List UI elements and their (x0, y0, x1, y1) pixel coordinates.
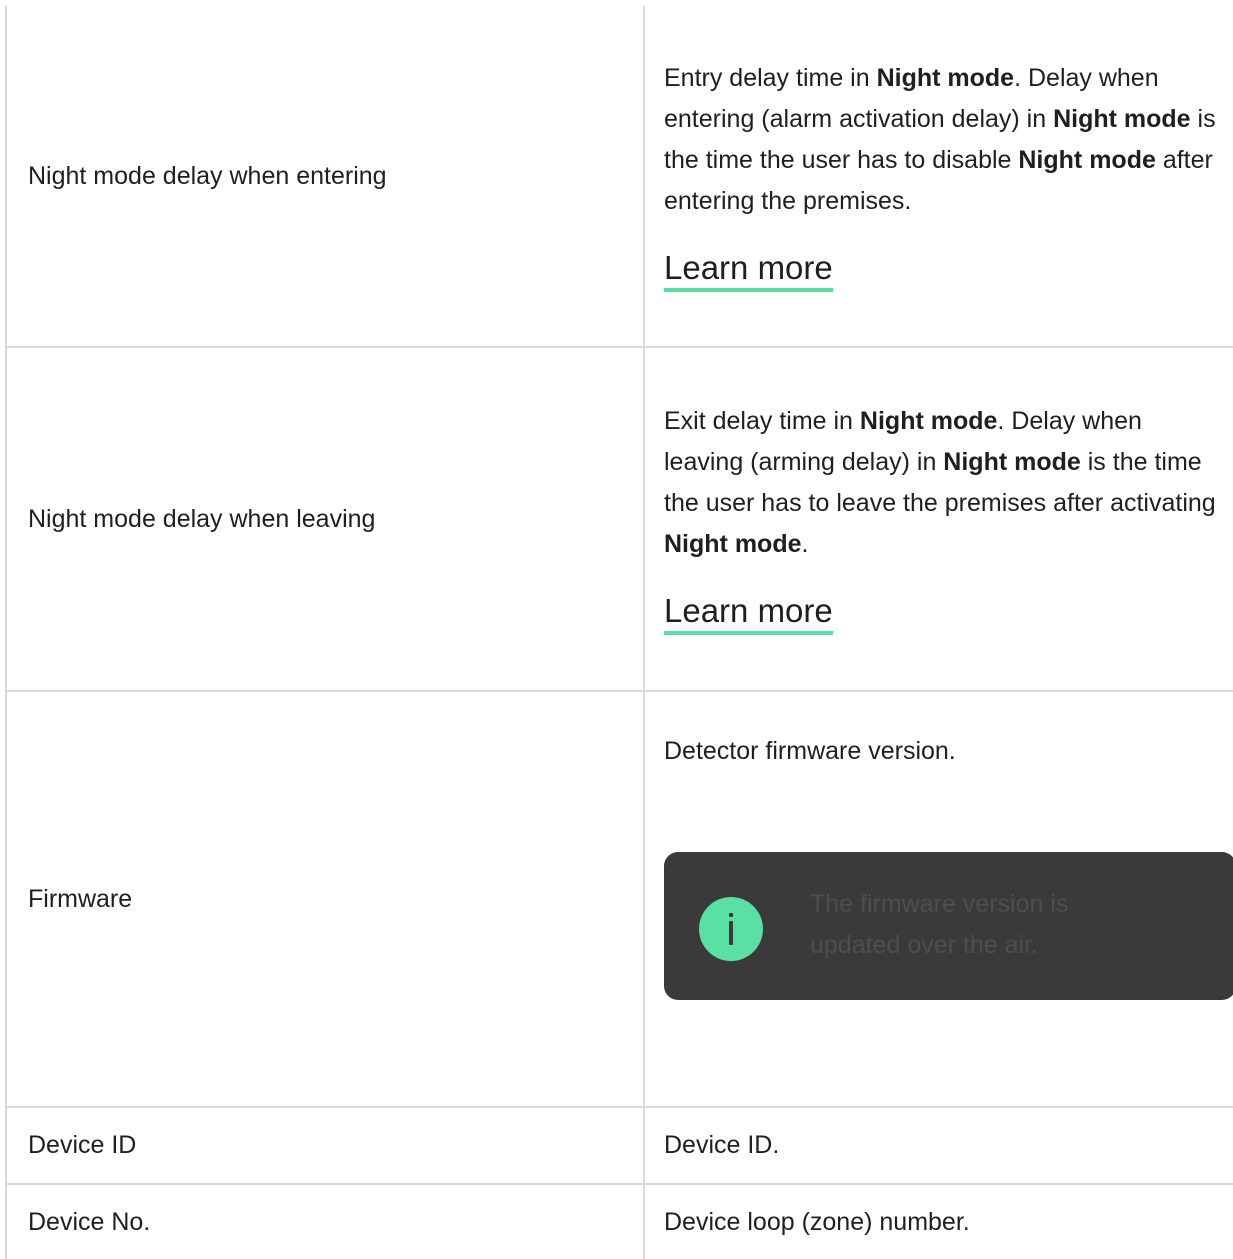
learn-more-link[interactable]: Learn more (664, 591, 833, 635)
description-text: Entry delay time in Night mode. Delay wh… (664, 64, 1216, 215)
table-row: Firmware Detector firmware version. The … (5, 690, 1233, 1108)
learn-more-link[interactable]: Learn more (664, 248, 833, 292)
table-row: Device No. Device loop (zone) number. (5, 1183, 1233, 1259)
description-text: Detector firmware version. (664, 736, 956, 765)
note-text: The firmware version is updated over the… (810, 889, 1069, 959)
table-row: Night mode delay when entering Entry del… (5, 6, 1233, 348)
setting-name: Night mode delay when leaving (5, 346, 645, 692)
table-row: Night mode delay when leaving Exit delay… (5, 346, 1233, 692)
setting-description: Exit delay time in Night mode. Delay whe… (643, 346, 1233, 692)
setting-description: Device loop (zone) number. (643, 1183, 1233, 1259)
setting-name: Device ID (5, 1106, 645, 1185)
table-row: Device ID Device ID. (5, 1106, 1233, 1185)
setting-name: Night mode delay when entering (5, 6, 645, 348)
setting-name: Device No. (5, 1183, 645, 1259)
setting-name: Firmware (5, 690, 645, 1108)
settings-table: Night mode delay when entering Entry del… (5, 6, 1233, 1259)
info-icon (699, 896, 763, 961)
setting-description: Detector firmware version. The firmware … (643, 690, 1233, 1108)
info-note: The firmware version is updated over the… (664, 851, 1233, 1000)
description-text: Exit delay time in Night mode. Delay whe… (664, 407, 1216, 558)
setting-description: Device ID. (643, 1106, 1233, 1185)
setting-description: Entry delay time in Night mode. Delay wh… (643, 6, 1233, 348)
